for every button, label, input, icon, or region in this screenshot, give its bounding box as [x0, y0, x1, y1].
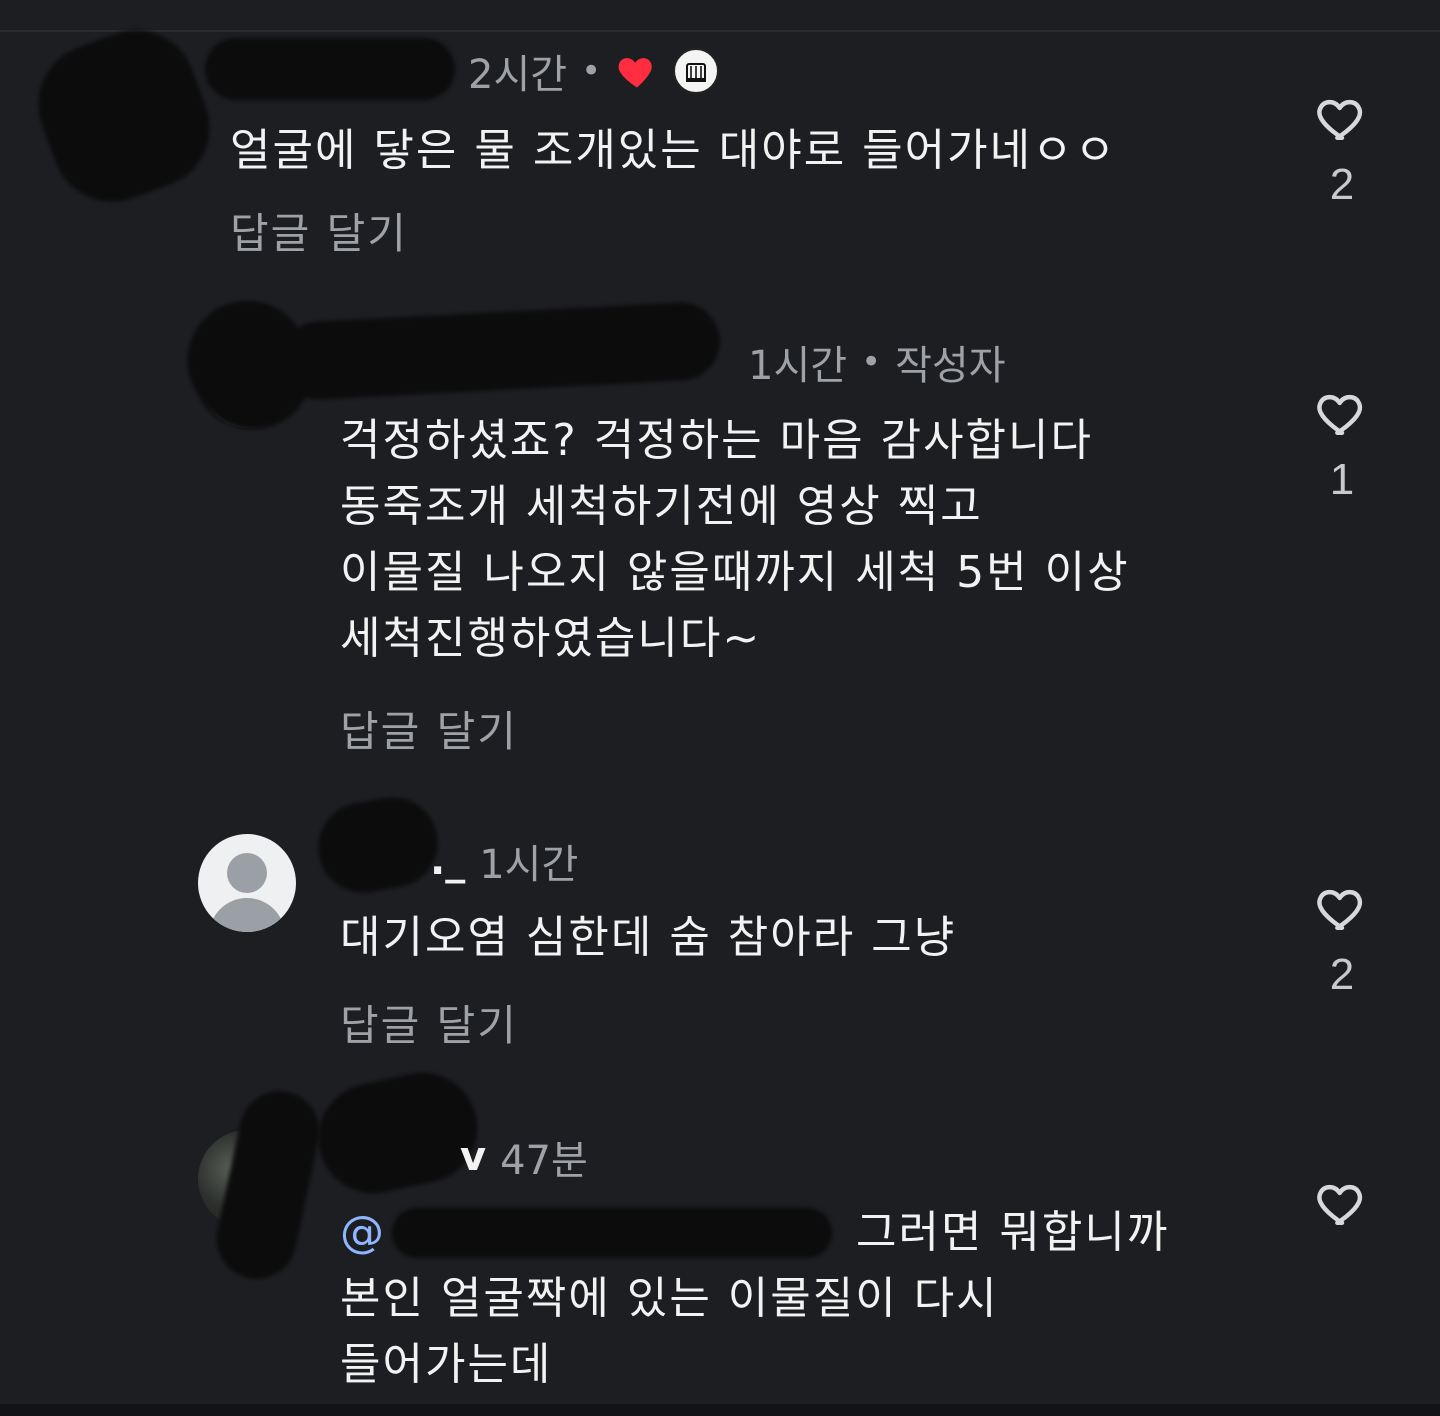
comment-text: 얼굴에 닿은 물 조개있는 대야로 들어가네ㅇㅇ — [230, 118, 1117, 184]
reply-button[interactable]: 답글 달기 — [340, 992, 518, 1053]
comment-time: 47분 — [500, 1138, 588, 1184]
comment-line: 들어가는데 — [340, 1339, 553, 1390]
heart-outline-icon[interactable] — [1312, 880, 1372, 936]
redaction-mark — [21, 13, 227, 219]
comment-text: 걱정하셨죠? 걱정하는 마음 감사합니다 동죽조개 세척하기전에 영상 찍고 이… — [340, 408, 1130, 672]
comment-meta: ._ 1시간 — [430, 832, 578, 890]
redaction-mark — [278, 300, 722, 402]
comment-line: 동죽조개 세척하기전에 영상 찍고 — [340, 481, 983, 532]
top-divider — [0, 30, 1440, 32]
creator-label: 작성자 — [895, 343, 1006, 389]
comment-meta: v 47분 — [460, 1128, 588, 1186]
comment-text: 대기오염 심한데 숨 참아라 그냥 — [340, 905, 956, 971]
like-button[interactable]: 2 — [1302, 880, 1382, 1000]
comment-meta: 1시간 • 작성자 — [748, 333, 1006, 391]
comment-time: 1시간 — [479, 842, 579, 888]
comment-line: 이물질 나오지 않을때까지 세척 5번 이상 — [340, 547, 1130, 598]
reply-button[interactable]: 답글 달기 — [230, 200, 408, 261]
redaction-mark — [205, 38, 455, 100]
comment-line-text: 그러면 뭐합니까 — [856, 1207, 1170, 1258]
like-button[interactable]: 2 — [1302, 90, 1382, 210]
default-user-icon[interactable] — [198, 834, 296, 932]
like-count: 2 — [1329, 950, 1355, 999]
comment-line: 얼굴에 닿은 물 조개있는 대야로 들어가네ㅇㅇ — [230, 125, 1118, 176]
comment-time: 2시간 — [468, 52, 568, 98]
comment-text: @ 그러면 뭐합니까 본인 얼굴짝에 있는 이물질이 다시 들어가는데 — [340, 1200, 1169, 1398]
mention[interactable]: @ — [340, 1200, 386, 1266]
like-button[interactable] — [1302, 1175, 1382, 1231]
comment-line: 걱정하셨죠? 걱정하는 마음 감사합니다 — [340, 415, 1093, 466]
comment-line: 본인 얼굴짝에 있는 이물질이 다시 — [340, 1273, 999, 1324]
bottom-edge — [0, 1404, 1440, 1416]
comment-time: 1시간 — [748, 343, 848, 389]
comment-line: 대기오염 심한데 숨 참아라 그냥 — [340, 912, 957, 963]
redaction-mark — [311, 790, 445, 900]
heart-outline-icon[interactable] — [1312, 1175, 1372, 1231]
comment-line: @ 그러면 뭐합니까 — [340, 1200, 1169, 1266]
reply-button[interactable]: 답글 달기 — [340, 698, 518, 759]
heart-outline-icon[interactable] — [1312, 385, 1372, 441]
like-button[interactable]: 1 — [1302, 385, 1382, 505]
comment-meta: 2시간 • — [468, 42, 720, 100]
creator-avatar-icon — [673, 48, 720, 94]
heart-outline-icon[interactable] — [1312, 90, 1372, 146]
username[interactable]: ._ — [430, 838, 465, 884]
heart-filled-icon — [618, 58, 652, 88]
like-count: 2 — [1329, 160, 1355, 209]
username[interactable]: v — [460, 1134, 486, 1180]
separator-dot: • — [861, 342, 882, 382]
redaction-mark — [392, 1208, 832, 1258]
comment-line: 세척진행하였습니다~ — [340, 613, 762, 664]
redaction-mark — [209, 1083, 327, 1287]
separator-dot: • — [581, 51, 602, 91]
like-count: 1 — [1329, 455, 1355, 504]
